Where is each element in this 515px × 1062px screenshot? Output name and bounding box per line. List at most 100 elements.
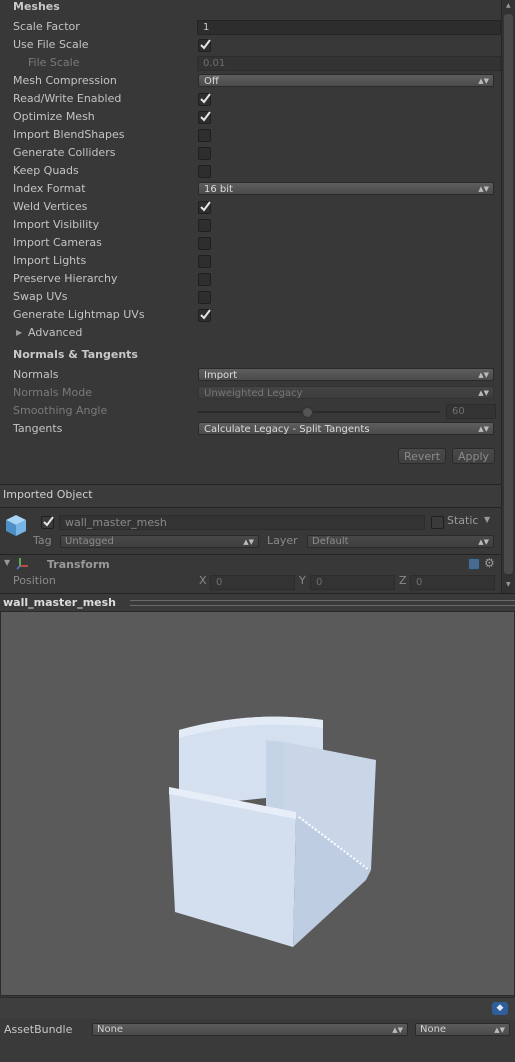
active-checkbox[interactable]: [41, 516, 54, 529]
normals-mode-dropdown[interactable]: Unweighted Legacy ▲▼: [198, 386, 494, 399]
layer-dropdown[interactable]: Default ▲▼: [307, 535, 494, 548]
import-lights-label: Import Lights: [13, 254, 87, 267]
preview-title: wall_master_mesh: [3, 596, 117, 609]
assetbundle-name-value: None: [97, 1024, 124, 1035]
keep-quads-checkbox[interactable]: [198, 165, 211, 178]
meshes-header: Meshes: [13, 0, 60, 13]
dropdown-arrow-icon: ▲▼: [478, 425, 489, 433]
tangents-dropdown[interactable]: Calculate Legacy - Split Tangents ▲▼: [198, 422, 494, 435]
weld-vertices-checkbox[interactable]: [198, 201, 211, 214]
import-visibility-checkbox[interactable]: [198, 219, 211, 232]
scroll-up-icon[interactable]: ▲: [506, 2, 511, 9]
tag-value: Untagged: [65, 536, 114, 547]
apply-button[interactable]: Apply: [452, 448, 495, 464]
checkmark-icon: [200, 309, 211, 320]
weld-vertices-label: Weld Vertices: [13, 200, 88, 213]
position-z-field[interactable]: 0: [410, 575, 495, 590]
import-lights-checkbox[interactable]: [198, 255, 211, 268]
normals-label: Normals: [13, 368, 59, 381]
tag-label: Tag: [33, 534, 52, 547]
tag-dropdown[interactable]: Untagged ▲▼: [60, 535, 259, 548]
mesh-compression-value: Off: [204, 76, 219, 87]
tangents-value: Calculate Legacy - Split Tangents: [204, 424, 370, 435]
imported-object-header: Imported Object: [3, 488, 93, 501]
preview-drag-handle[interactable]: [130, 600, 515, 606]
preserve-hierarchy-checkbox[interactable]: [198, 273, 211, 286]
object-name-field[interactable]: wall_master_mesh: [59, 515, 425, 530]
dropdown-arrow-icon: ▲▼: [392, 1026, 403, 1034]
use-file-scale-checkbox[interactable]: [198, 39, 211, 52]
import-cameras-checkbox[interactable]: [198, 237, 211, 250]
normals-value: Import: [204, 370, 238, 381]
help-book-icon[interactable]: [468, 558, 480, 570]
use-file-scale-label: Use File Scale: [13, 38, 89, 51]
generate-colliders-checkbox[interactable]: [198, 147, 211, 160]
mesh-preview-render: [169, 716, 376, 947]
dropdown-arrow-icon: ▲▼: [478, 538, 489, 546]
import-cameras-label: Import Cameras: [13, 236, 102, 249]
advanced-foldout[interactable]: Advanced: [28, 325, 82, 341]
swap-uvs-checkbox[interactable]: [198, 291, 211, 304]
smoothing-angle-slider[interactable]: [198, 407, 440, 418]
layer-value: Default: [312, 536, 349, 547]
mesh-compression-dropdown[interactable]: Off ▲▼: [198, 74, 494, 87]
label-tag-icon[interactable]: ◆: [492, 1002, 508, 1015]
advanced-foldout-icon[interactable]: ▶: [16, 325, 22, 341]
position-label: Position: [13, 574, 56, 587]
smoothing-angle-label: Smoothing Angle: [13, 404, 108, 417]
assetbundle-variant-value: None: [420, 1024, 447, 1035]
position-y-label: Y: [299, 574, 306, 587]
file-scale-field[interactable]: 0.01: [197, 56, 501, 71]
dropdown-arrow-icon: ▲▼: [478, 185, 489, 193]
transform-foldout-icon[interactable]: ▼: [4, 558, 10, 567]
mesh-preview-viewport[interactable]: [0, 611, 515, 996]
generate-lightmap-uvs-label: Generate Lightmap UVs: [13, 308, 145, 321]
swap-uvs-label: Swap UVs: [13, 290, 68, 303]
import-blendshapes-label: Import BlendShapes: [13, 128, 125, 141]
normals-mode-value: Unweighted Legacy: [204, 388, 303, 399]
generate-lightmap-uvs-checkbox[interactable]: [198, 309, 211, 322]
keep-quads-label: Keep Quads: [13, 164, 79, 177]
position-x-label: X: [199, 574, 207, 587]
scrollbar-thumb[interactable]: [504, 14, 513, 574]
slider-thumb[interactable]: [301, 407, 313, 418]
normals-header: Normals & Tangents: [13, 348, 138, 361]
revert-button[interactable]: Revert: [398, 448, 446, 464]
assetbundle-name-dropdown[interactable]: None ▲▼: [92, 1023, 408, 1036]
dropdown-arrow-icon: ▲▼: [478, 371, 489, 379]
import-blendshapes-checkbox[interactable]: [198, 129, 211, 142]
scroll-down-icon[interactable]: ▼: [506, 581, 511, 588]
position-x-field[interactable]: 0: [210, 575, 295, 590]
static-dropdown-icon[interactable]: ▼: [484, 515, 490, 524]
layer-label: Layer: [267, 534, 298, 547]
imported-object-header-bar: Imported Object: [0, 485, 501, 507]
read-write-label: Read/Write Enabled: [13, 92, 122, 105]
assetbundle-label: AssetBundle: [4, 1023, 73, 1036]
checkmark-icon: [200, 93, 211, 104]
assetbundle-variant-dropdown[interactable]: None ▲▼: [415, 1023, 510, 1036]
scale-factor-label: Scale Factor: [13, 20, 80, 33]
optimize-mesh-checkbox[interactable]: [198, 111, 211, 124]
normals-dropdown[interactable]: Import ▲▼: [198, 368, 494, 381]
scale-factor-field[interactable]: 1: [197, 20, 501, 35]
tangents-label: Tangents: [13, 422, 63, 435]
mesh-compression-label: Mesh Compression: [13, 74, 117, 87]
gear-icon[interactable]: ⚙: [484, 556, 495, 570]
dropdown-arrow-icon: ▲▼: [478, 77, 489, 85]
position-z-label: Z: [399, 574, 407, 587]
static-label: Static: [447, 514, 479, 527]
index-format-label: Index Format: [13, 182, 86, 195]
import-visibility-label: Import Visibility: [13, 218, 100, 231]
optimize-mesh-label: Optimize Mesh: [13, 110, 95, 123]
assetbundle-bar: AssetBundle None ▲▼ None ▲▼: [0, 1019, 515, 1062]
preserve-hierarchy-label: Preserve Hierarchy: [13, 272, 118, 285]
position-y-field[interactable]: 0: [310, 575, 395, 590]
preview-header[interactable]: wall_master_mesh: [0, 593, 515, 611]
preview-toolbar: ◆: [0, 997, 515, 1020]
checkmark-icon: [200, 39, 211, 50]
smoothing-angle-field[interactable]: 60: [446, 404, 496, 419]
read-write-checkbox[interactable]: [198, 93, 211, 106]
static-checkbox[interactable]: [431, 516, 444, 529]
inspector-scrollbar[interactable]: ▲ ▼: [501, 0, 515, 593]
index-format-dropdown[interactable]: 16 bit ▲▼: [198, 182, 494, 195]
